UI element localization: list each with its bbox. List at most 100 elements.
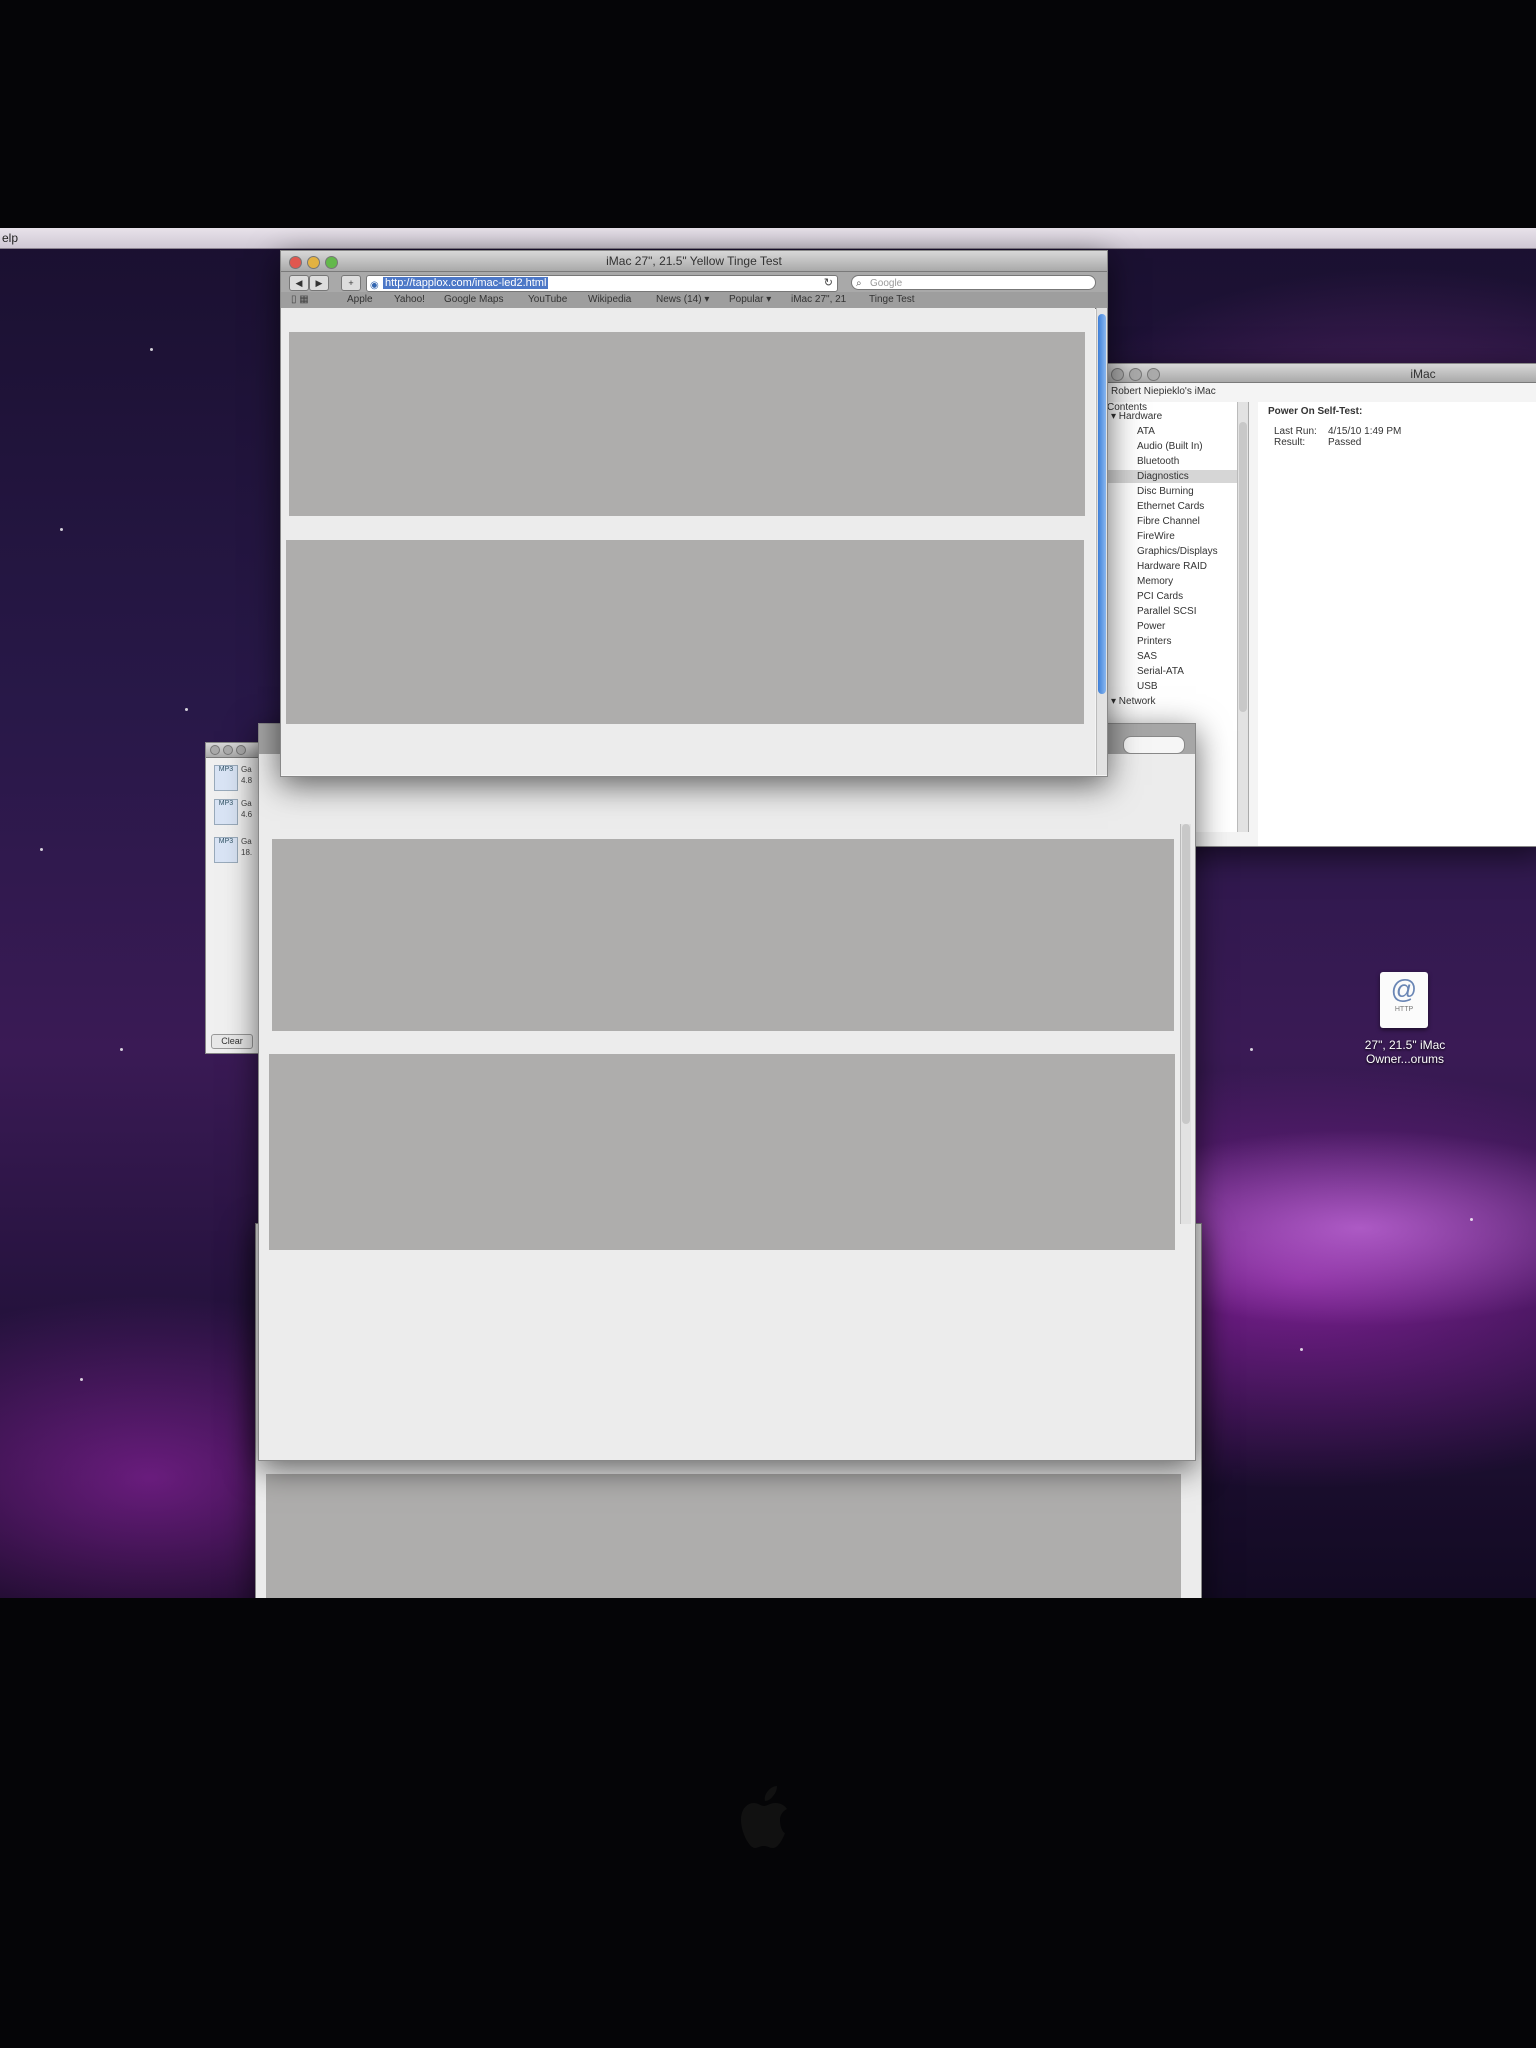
star: [1300, 1348, 1303, 1351]
gray-test-panel: [269, 1054, 1175, 1250]
bookmarks-bar: ▯ ▦ Apple Yahoo! Google Maps YouTube Wik…: [281, 292, 1107, 309]
bookmark-google-maps[interactable]: Google Maps: [444, 294, 503, 305]
bookmark-news[interactable]: News (14) ▾: [656, 294, 709, 305]
gray-test-panel: [266, 1474, 1181, 1598]
scroll-knob[interactable]: [1182, 824, 1190, 1124]
gray-test-panel: [286, 540, 1084, 724]
tree-item-serial-ata[interactable]: Serial-ATA: [1137, 666, 1184, 677]
star: [80, 1378, 83, 1381]
desktop-file-name-line2: Owner...orums: [1365, 1052, 1445, 1066]
desktop-file-label[interactable]: 27", 21.5" iMac Owner...orums: [1340, 1038, 1470, 1066]
search-icon: ⌕: [856, 278, 862, 289]
bookmark-youtube[interactable]: YouTube: [528, 294, 567, 305]
desktop: elp @ HTTP 27", 21.5" iMac Owner...orums…: [0, 228, 1536, 1598]
tree-item-hardware-raid[interactable]: Hardware RAID: [1137, 561, 1207, 572]
desktop-file-name-line1: 27", 21.5" iMac: [1364, 1038, 1446, 1052]
webloc-file-icon[interactable]: @ HTTP: [1380, 972, 1428, 1028]
safari-window: iMac 27", 21.5" Yellow Tinge Test ◀ ▶ + …: [280, 250, 1108, 777]
file-type-label: HTTP: [1394, 1006, 1414, 1013]
tree-item-hardware[interactable]: ▾ Hardware: [1111, 411, 1162, 422]
bookmark-wikipedia[interactable]: Wikipedia: [588, 294, 631, 305]
apple-logo-icon: [741, 1786, 787, 1848]
star: [120, 1048, 123, 1051]
zoom-button[interactable]: [1147, 368, 1160, 381]
url-text: http://tapplox.com/imac-led2.html: [383, 277, 549, 289]
window-title: iMac 27", 21.5" Yellow Tinge Test: [606, 254, 782, 268]
close-button[interactable]: [1111, 368, 1124, 381]
downloads-window: MP3 Ga 4.8 MP3 Ga 4.6 MP3 Ga 18. Clear: [205, 742, 265, 1054]
tree-item-ethernet[interactable]: Ethernet Cards: [1137, 501, 1204, 512]
browser-window-middle: [258, 723, 1196, 1461]
address-bar[interactable]: ◉ http://tapplox.com/imac-led2.html ↻: [366, 275, 838, 292]
star: [60, 528, 63, 531]
clear-button[interactable]: Clear: [211, 1034, 253, 1049]
system-profiler-titlebar[interactable]: iMac: [1103, 364, 1536, 383]
tree-item-audio[interactable]: Audio (Built In): [1137, 441, 1203, 452]
tree-item-diagnostics[interactable]: Diagnostics: [1137, 471, 1189, 482]
star: [150, 348, 153, 351]
page-content: [281, 308, 1095, 775]
tree-item-memory[interactable]: Memory: [1137, 576, 1173, 587]
mp3-file-icon[interactable]: MP3: [214, 837, 238, 863]
search-field[interactable]: [1123, 736, 1185, 754]
detail-pane: Power On Self-Test: Last Run: 4/15/10 1:…: [1258, 402, 1536, 846]
download-name: Ga: [241, 799, 252, 808]
tree-item-power[interactable]: Power: [1137, 621, 1165, 632]
tree-item-bluetooth[interactable]: Bluetooth: [1137, 456, 1179, 467]
menu-help[interactable]: elp: [2, 231, 18, 245]
at-sign-icon: @: [1390, 974, 1418, 1004]
bookmark-yahoo[interactable]: Yahoo!: [394, 294, 425, 305]
back-button[interactable]: ◀: [289, 275, 309, 291]
tree-scrollbar[interactable]: [1237, 402, 1248, 832]
detail-heading: Power On Self-Test:: [1268, 406, 1363, 417]
downloads-titlebar[interactable]: [206, 743, 264, 758]
tree-item-usb[interactable]: USB: [1137, 681, 1158, 692]
vertical-scrollbar[interactable]: [1096, 308, 1107, 775]
tree-item-graphics[interactable]: Graphics/Displays: [1137, 546, 1218, 557]
mp3-file-icon[interactable]: MP3: [214, 799, 238, 825]
tree-item-network[interactable]: ▾ Network: [1111, 696, 1155, 707]
scroll-knob[interactable]: [1098, 314, 1106, 694]
star: [185, 708, 188, 711]
last-run-value: 4/15/10 1:49 PM: [1328, 426, 1402, 437]
tree-item-firewire[interactable]: FireWire: [1137, 531, 1175, 542]
download-name: Ga: [241, 765, 252, 774]
mp3-file-icon[interactable]: MP3: [214, 765, 238, 791]
result-value: Passed: [1328, 437, 1362, 448]
tree-scroll-knob[interactable]: [1239, 422, 1247, 712]
tree-item-fibre-channel[interactable]: Fibre Channel: [1137, 516, 1200, 527]
tree-item-pci[interactable]: PCI Cards: [1137, 591, 1183, 602]
bookmark-apple[interactable]: Apple: [347, 294, 373, 305]
download-size: 4.8: [241, 776, 253, 785]
tree-item-sas[interactable]: SAS: [1137, 651, 1157, 662]
add-bookmark-button[interactable]: +: [341, 275, 361, 291]
download-size: 18.: [241, 848, 253, 857]
reload-icon[interactable]: ↻: [824, 276, 833, 291]
safari-titlebar[interactable]: iMac 27", 21.5" Yellow Tinge Test: [281, 251, 1107, 272]
minimize-button[interactable]: [1129, 368, 1142, 381]
star: [1250, 1048, 1253, 1051]
bookmark-imac[interactable]: iMac 27", 21: [791, 294, 846, 305]
tree-item-parallel-scsi[interactable]: Parallel SCSI: [1137, 606, 1196, 617]
download-size: 4.6: [241, 810, 253, 819]
tree-item-printers[interactable]: Printers: [1137, 636, 1171, 647]
tree-item-disc-burning[interactable]: Disc Burning: [1137, 486, 1194, 497]
close-button[interactable]: [210, 745, 220, 755]
forward-button[interactable]: ▶: [309, 275, 329, 291]
download-name: Ga: [241, 837, 252, 846]
last-run-label: Last Run:: [1274, 426, 1317, 437]
zoom-button[interactable]: [236, 745, 246, 755]
window-title: iMac: [1410, 367, 1436, 381]
computer-name: Robert Niepieklo's iMac: [1111, 386, 1216, 397]
minimize-button[interactable]: [223, 745, 233, 755]
safari-toolbar: ◀ ▶ + ◉ http://tapplox.com/imac-led2.htm…: [281, 272, 1107, 292]
bookmark-tinge-test[interactable]: Tinge Test: [869, 294, 915, 305]
vertical-scrollbar[interactable]: [1180, 824, 1191, 1224]
menu-bar: elp: [0, 228, 1536, 249]
bookmark-popular[interactable]: Popular ▾: [729, 294, 771, 305]
tree-item-ata[interactable]: ATA: [1137, 426, 1155, 437]
globe-icon: ◉: [370, 280, 379, 291]
reading-list-icon[interactable]: ▯ ▦: [291, 294, 309, 305]
gray-test-panel: [272, 839, 1174, 1031]
search-field[interactable]: ⌕ Google: [851, 275, 1096, 290]
